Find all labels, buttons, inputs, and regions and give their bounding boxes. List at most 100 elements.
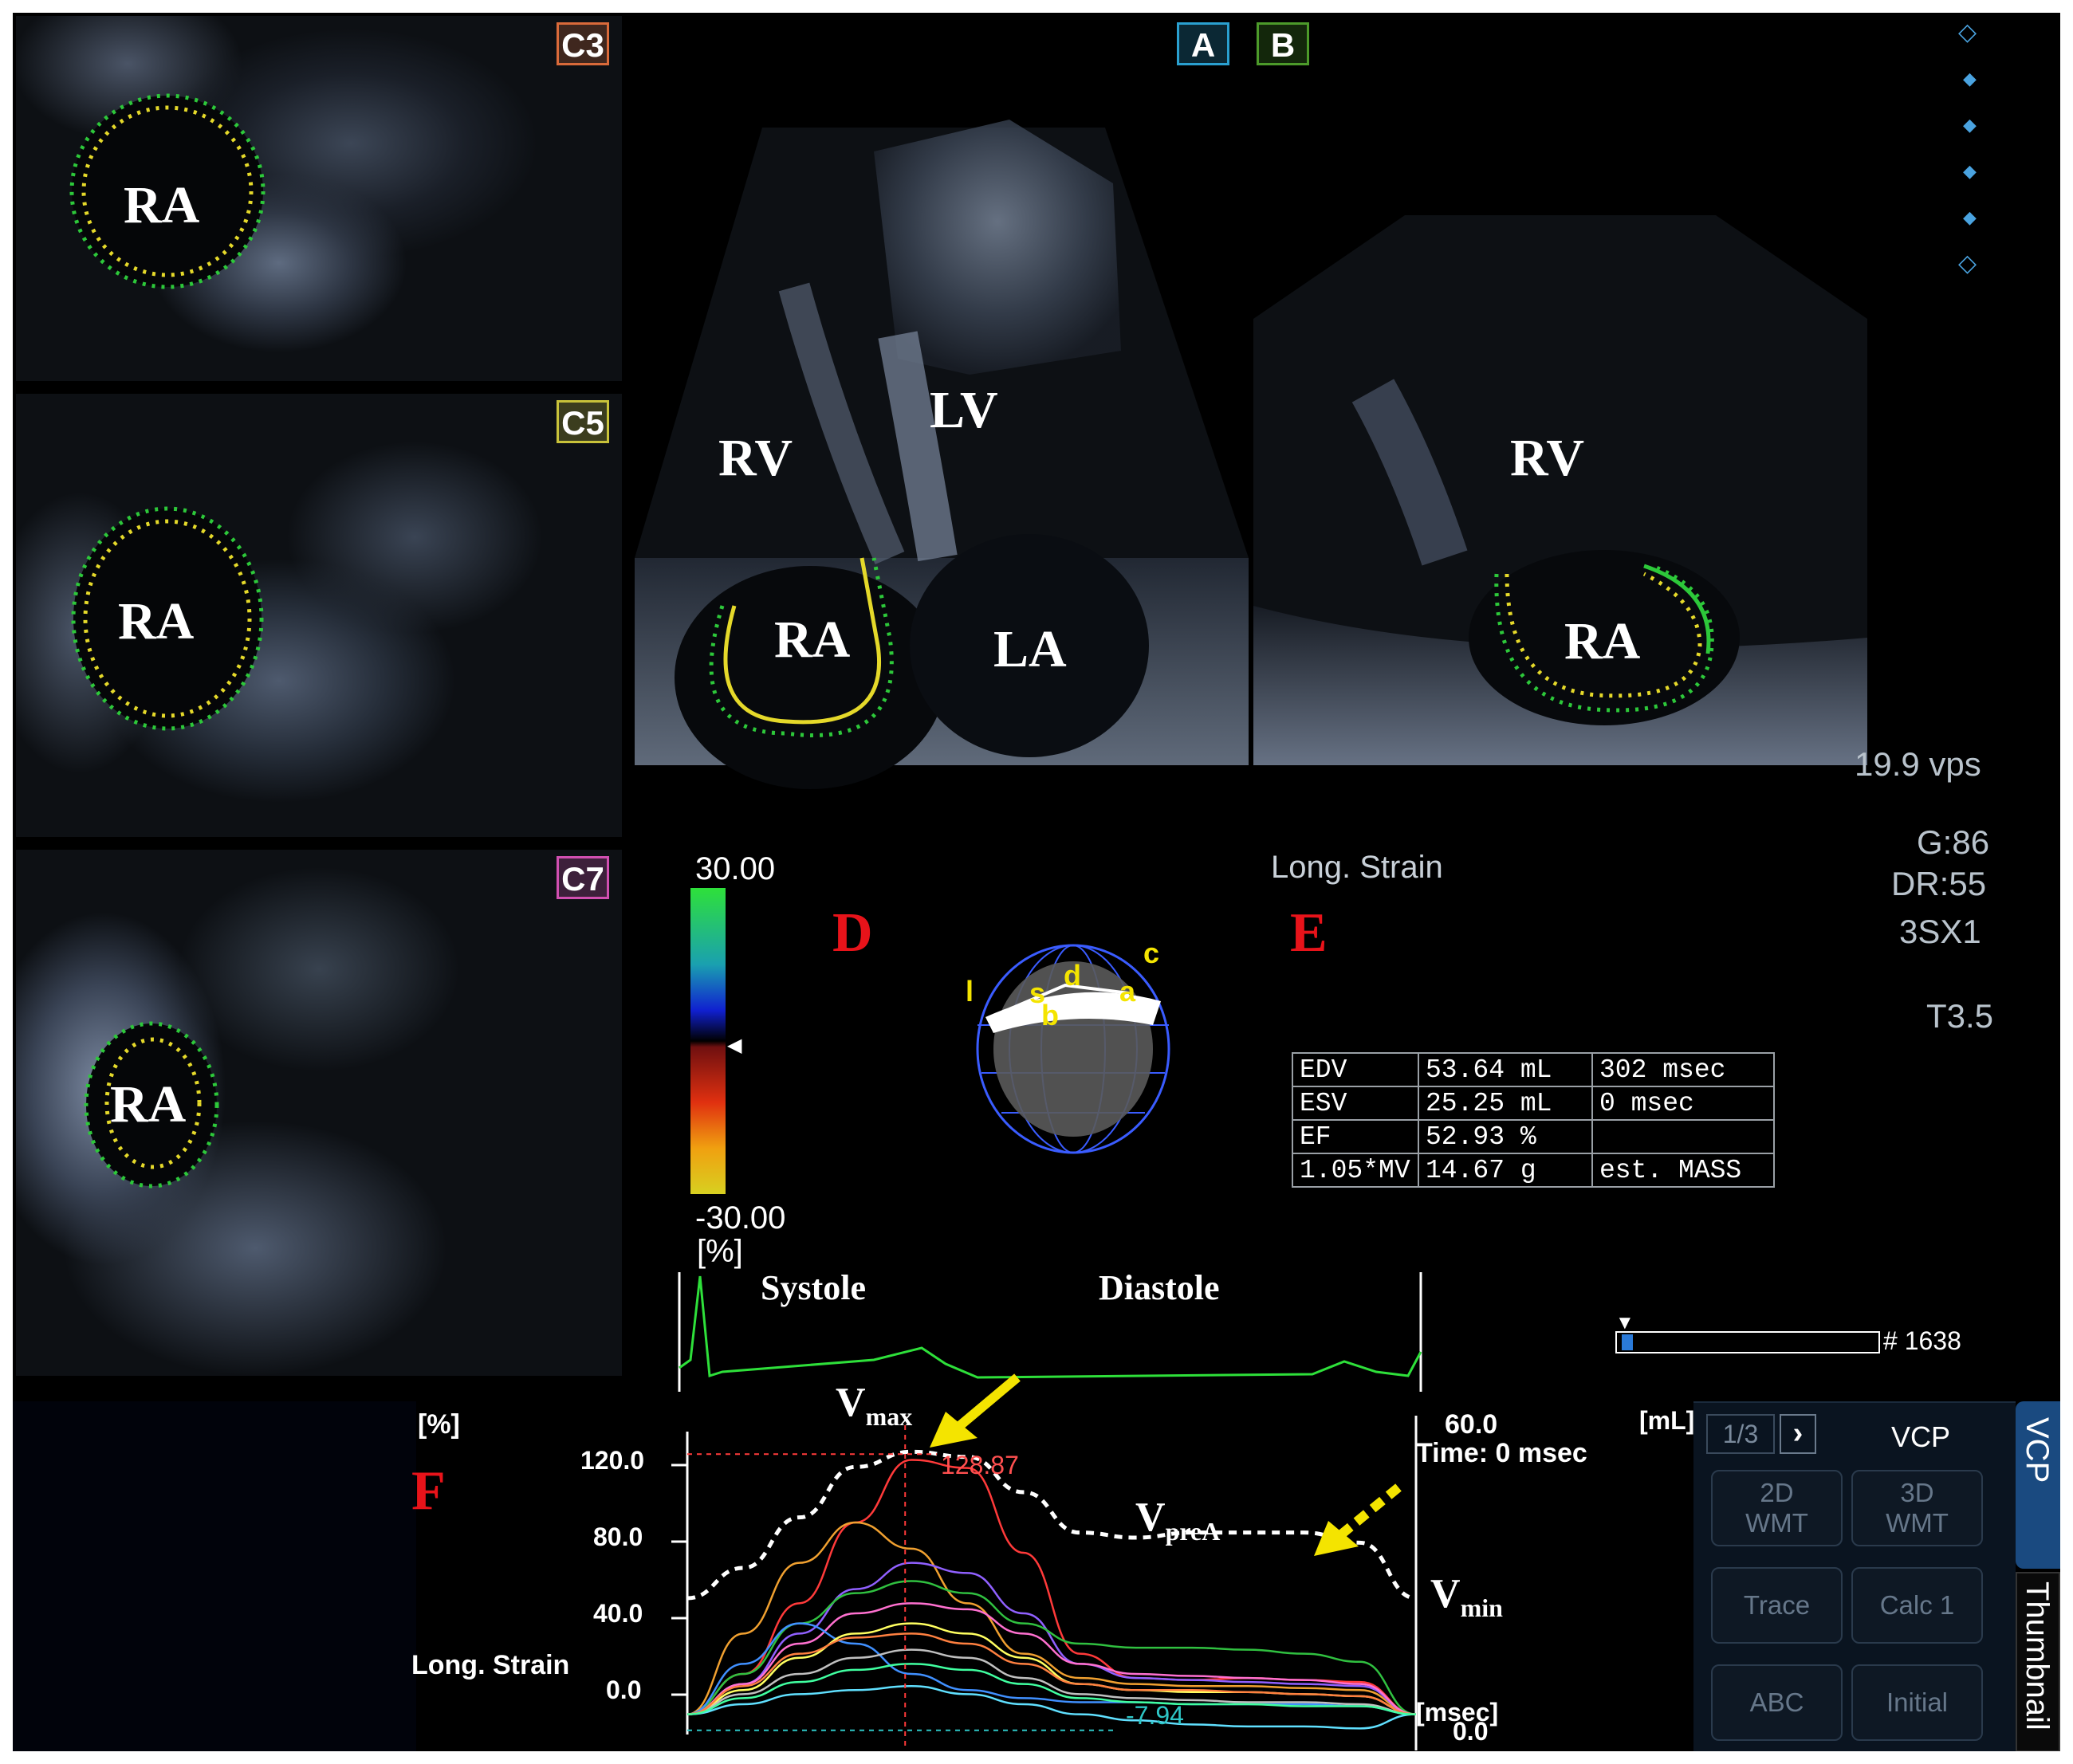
3d-wmt-button[interactable]: 3D WMT xyxy=(1851,1470,1983,1546)
tab-thumbnail[interactable]: Thumbnail xyxy=(2016,1572,2060,1751)
vcp-next-button[interactable]: › xyxy=(1780,1414,1816,1454)
trace-button[interactable]: Trace xyxy=(1711,1567,1843,1644)
c7-contour xyxy=(84,1021,219,1188)
scroll-bottom-icon[interactable]: ◇ xyxy=(1958,252,1977,276)
tag-c3: C3 xyxy=(557,22,609,65)
colorbar-min: -30.00 xyxy=(695,1200,786,1236)
tag-c5: C5 xyxy=(557,400,609,443)
measurement-cell: 25.25 mL xyxy=(1418,1086,1593,1121)
echo-window: RA C3 RA C5 RA C7 RV LV RA LA A RV RA B … xyxy=(13,13,2060,1751)
y-tick-0: 0.0 xyxy=(606,1676,642,1704)
strain-title: Long. Strain xyxy=(1271,850,1443,885)
view-b[interactable]: RV RA xyxy=(1253,16,1867,845)
frame-slider-handle[interactable] xyxy=(1622,1334,1634,1350)
model-label-l: l xyxy=(966,975,974,1008)
strain-curve xyxy=(686,1684,1417,1730)
ra-label: RA xyxy=(124,176,200,234)
thermal-index: T3.5 xyxy=(1926,997,1994,1035)
tag-b: B xyxy=(1257,22,1309,65)
lv-label: LV xyxy=(930,381,998,439)
model-label-a: a xyxy=(1119,975,1136,1008)
vcp-panel: 1/3 › VCP 2D WMT 3D WMT Trace Calc 1 ABC… xyxy=(1693,1401,2016,1751)
abc-button[interactable]: ABC xyxy=(1711,1664,1843,1741)
model-labels: l s d c a b xyxy=(946,929,1201,1161)
view-c5[interactable]: RA xyxy=(16,394,622,837)
model-label-b: b xyxy=(1041,999,1059,1031)
measurement-row: EF 52.93 % xyxy=(1292,1119,1775,1154)
dynamic-range: DR:55 xyxy=(1891,865,1987,902)
tab-vcp[interactable]: VCP xyxy=(2016,1401,2060,1569)
panel-letter-d: D xyxy=(832,902,873,964)
y-tick-40: 40.0 xyxy=(593,1599,643,1628)
measurement-cell xyxy=(1591,1119,1775,1154)
colorbar-unit: [%] xyxy=(697,1234,743,1269)
la-label: LA xyxy=(993,620,1067,678)
probe-name: 3SX1 xyxy=(1899,913,1981,950)
measurement-cell: 0 msec xyxy=(1591,1086,1775,1121)
right-axis-bottom: 0.0 xyxy=(1453,1717,1489,1746)
colorbar xyxy=(690,888,726,1194)
c5-contour xyxy=(71,506,264,731)
ra-label: RA xyxy=(774,611,851,669)
peak-value-label: 128.87 xyxy=(941,1451,1019,1479)
ra-label: RA xyxy=(118,592,195,650)
y-tick-120: 120.0 xyxy=(580,1446,645,1475)
scroll-dot-icon: ◆ xyxy=(1963,115,1977,135)
measurement-cell: 302 msec xyxy=(1591,1052,1775,1087)
view-c7[interactable]: RA xyxy=(16,850,622,1376)
model-label-c: c xyxy=(1143,937,1160,969)
measurement-cell: EDV xyxy=(1292,1052,1419,1087)
empty-panel xyxy=(13,1401,416,1751)
scroll-dot-icon: ◆ xyxy=(1963,207,1977,227)
view-c3[interactable]: RA xyxy=(16,16,622,381)
vprea-arrow-icon xyxy=(1314,1483,1402,1556)
scroll-dot-icon: ◆ xyxy=(1963,161,1977,181)
measurement-row: EDV 53.64 mL 302 msec xyxy=(1292,1052,1775,1087)
calc-1-button[interactable]: Calc 1 xyxy=(1851,1567,1983,1644)
vmax-label: Vmax xyxy=(836,1380,913,1431)
right-axis-unit: [mL] xyxy=(1639,1406,1695,1435)
view-a[interactable]: RV LV RA LA xyxy=(635,16,1249,845)
ra-label: RA xyxy=(110,1075,187,1133)
measurement-cell: EF xyxy=(1292,1119,1419,1154)
slider-marker-icon: ▼ xyxy=(1615,1312,1634,1334)
measurement-table: EDV 53.64 mL 302 msec ESV 25.25 mL 0 msec EF 52… xyxy=(1292,1052,1775,1188)
measurement-cell: 14.67 g xyxy=(1418,1153,1593,1188)
tab-thumbnail-label: Thumbnail xyxy=(2020,1581,2055,1731)
gain-value: G:86 xyxy=(1917,823,1990,861)
tab-vcp-label: VCP xyxy=(2020,1417,2055,1483)
rv-label: RV xyxy=(718,429,793,487)
panel-letter-e: E xyxy=(1290,902,1328,964)
systole-label: Systole xyxy=(761,1268,866,1307)
measurement-cell: 52.93 % xyxy=(1418,1119,1593,1154)
frame-number: # 1638 xyxy=(1883,1326,1961,1355)
measurement-row: ESV 25.25 mL 0 msec xyxy=(1292,1086,1775,1121)
vcp-page-indicator: 1/3 xyxy=(1706,1414,1775,1454)
right-axis-top: 60.0 xyxy=(1445,1409,1498,1440)
frame-slider[interactable] xyxy=(1615,1331,1880,1353)
scroll-top-icon[interactable]: ◇ xyxy=(1958,21,1977,45)
time-readout: Time: 0 msec xyxy=(1416,1438,1587,1468)
colorbar-marker-icon[interactable]: ◀ xyxy=(727,1036,741,1055)
diastole-label: Diastole xyxy=(1099,1268,1220,1307)
2d-wmt-button[interactable]: 2D WMT xyxy=(1711,1470,1843,1546)
measurement-cell: 1.05*MV xyxy=(1292,1153,1419,1188)
frame-rate: 19.9 vps xyxy=(1855,745,1981,783)
c3-contour xyxy=(69,93,266,289)
panel-letter-f: F xyxy=(411,1460,446,1522)
measurement-cell: ESV xyxy=(1292,1086,1419,1121)
y-tick-80: 80.0 xyxy=(593,1522,643,1551)
rv-label: RV xyxy=(1510,429,1585,487)
measurement-row: 1.05*MV 14.67 g est. MASS xyxy=(1292,1153,1775,1188)
vmax-arrow-icon xyxy=(930,1373,1021,1448)
strain-graph[interactable] xyxy=(671,1416,1429,1750)
vcp-title: VCP xyxy=(1891,1420,1951,1453)
initial-button[interactable]: Initial xyxy=(1851,1664,1983,1741)
measurement-cell: est. MASS xyxy=(1591,1153,1775,1188)
model-label-d: d xyxy=(1064,959,1081,992)
vmin-label: Vmin xyxy=(1430,1571,1503,1622)
tag-c7: C7 xyxy=(557,856,609,899)
scroll-dot-icon: ◆ xyxy=(1963,69,1977,88)
tag-a: A xyxy=(1177,22,1229,65)
graph-y-unit: [%] xyxy=(418,1409,460,1440)
